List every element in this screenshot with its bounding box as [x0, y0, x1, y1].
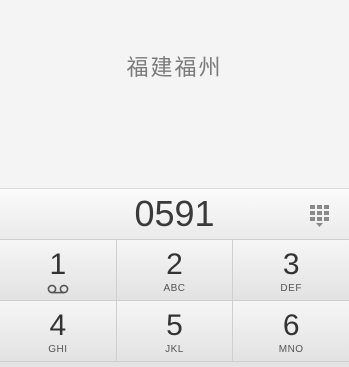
key-letters: DEF — [280, 283, 302, 294]
location-area: 福建福州 — [0, 0, 349, 188]
dialed-number: 0591 — [134, 193, 215, 234]
key-3[interactable]: 3 DEF — [233, 240, 349, 300]
keypad-row: 1 2 ABC 3 DEF — [0, 240, 349, 301]
key-digit: 4 — [49, 309, 67, 342]
key-1[interactable]: 1 — [0, 240, 117, 300]
keypad-row: 4 GHI 5 JKL 6 MNO — [0, 301, 349, 362]
key-letters: MNO — [278, 344, 304, 355]
caller-location-label: 福建福州 — [126, 56, 223, 81]
dialer-screen: 福建福州 0591 1 2 ABC 3 DEF 4 GHI 5 JKL 6 MN… — [0, 0, 349, 367]
key-digit: 5 — [166, 309, 183, 342]
key-4[interactable]: 4 GHI — [0, 301, 117, 361]
key-digit: 2 — [166, 248, 183, 281]
key-5[interactable]: 5 JKL — [116, 301, 234, 361]
key-6[interactable]: 6 MNO — [233, 301, 349, 361]
key-digit: 1 — [49, 248, 67, 281]
key-letters: JKL — [165, 344, 184, 355]
voicemail-icon — [47, 284, 69, 294]
dial-keypad: 1 2 ABC 3 DEF 4 GHI 5 JKL 6 MNO — [0, 240, 349, 367]
key-letters: GHI — [48, 344, 68, 355]
key-digit: 3 — [282, 248, 300, 281]
keypad-grid-icon[interactable] — [307, 202, 333, 228]
key-2[interactable]: 2 ABC — [116, 240, 234, 300]
key-letters: ABC — [163, 283, 186, 294]
key-digit: 6 — [282, 309, 300, 342]
dialed-number-bar: 0591 — [0, 188, 349, 240]
